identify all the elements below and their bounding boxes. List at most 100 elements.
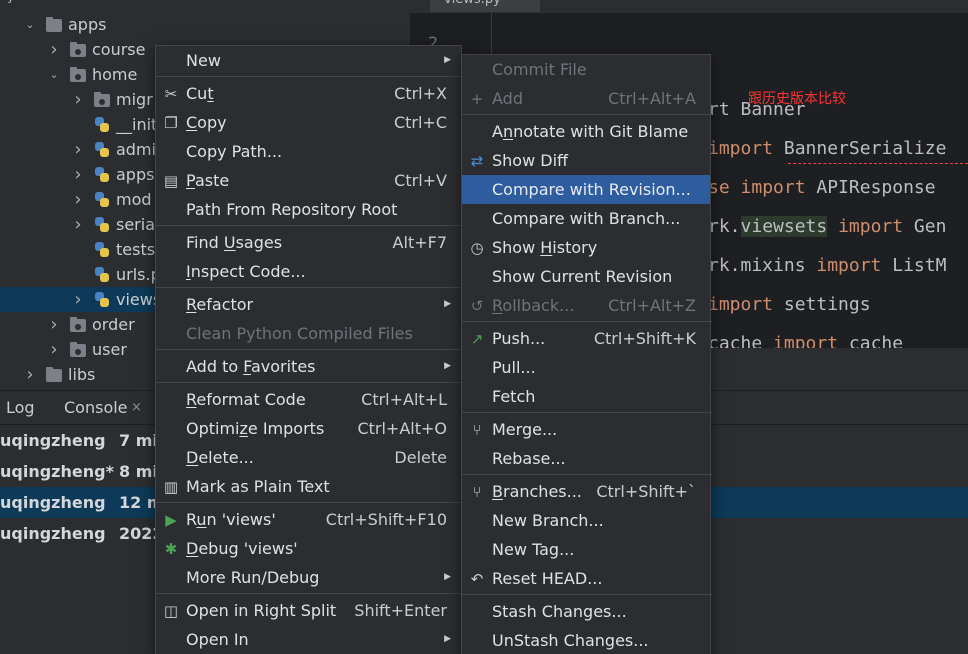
menu-item-open-in[interactable]: Open In ▶ xyxy=(156,625,461,654)
tree-item-apps[interactable]: ⌄ apps xyxy=(0,12,410,37)
folder-icon xyxy=(70,42,86,57)
menu-item-shortcut: Ctrl+Alt+A xyxy=(608,89,696,108)
code-line: se import APIResponse xyxy=(708,177,936,198)
chevron-right-icon[interactable]: › xyxy=(48,312,60,337)
menu-item-label: Show Current Revision xyxy=(492,267,673,286)
editor-tab-views[interactable]: views.py xyxy=(430,0,540,12)
submenu-arrow-icon: ▶ xyxy=(444,299,451,309)
menu-item-pull[interactable]: Pull... xyxy=(462,353,710,382)
keyword-token: import xyxy=(708,294,774,315)
menu-item-path-from-repository-root[interactable]: Path From Repository Root xyxy=(156,195,461,224)
submenu-arrow-icon: ▶ xyxy=(444,572,451,582)
menu-item-fetch[interactable]: Fetch xyxy=(462,382,710,411)
menu-item-clean-python-compiled-files: Clean Python Compiled Files xyxy=(156,319,461,348)
menu-item-compare-with-branch[interactable]: Compare with Branch... xyxy=(462,204,710,233)
menu-item-delete[interactable]: Delete... Delete xyxy=(156,443,461,472)
code-token: cache xyxy=(708,333,774,348)
menu-item-stash-changes[interactable]: Stash Changes... xyxy=(462,597,710,626)
chevron-right-icon[interactable]: › xyxy=(48,337,60,362)
chevron-down-icon[interactable]: ⌄ xyxy=(48,62,60,87)
push-icon: ↗ xyxy=(470,330,484,348)
menu-item-shortcut: Alt+F7 xyxy=(392,233,447,252)
chevron-right-icon[interactable]: › xyxy=(72,212,84,237)
hide-icon[interactable]: ↑ xyxy=(307,0,321,2)
menu-item-merge[interactable]: ⑂ Merge... xyxy=(462,415,710,444)
menu-item-debug-views[interactable]: ✱ Debug 'views' xyxy=(156,534,461,563)
tree-item-label: __init xyxy=(116,115,158,134)
commit-date: 8 mi xyxy=(119,462,158,481)
keyword-token: import xyxy=(773,333,839,348)
menu-item-more-run-debug[interactable]: More Run/Debug ▶ xyxy=(156,563,461,592)
add-icon: + xyxy=(470,90,484,108)
chevron-right-icon[interactable]: › xyxy=(72,87,84,112)
menu-item-reformat-code[interactable]: Reformat Code Ctrl+Alt+L xyxy=(156,385,461,414)
chevron-right-icon[interactable]: › xyxy=(72,137,84,162)
menu-item-shortcut: Ctrl+Shift+` xyxy=(596,482,696,501)
menu-item-add-to-favorites[interactable]: Add to Favorites ▶ xyxy=(156,352,461,381)
menu-item-label: Refactor xyxy=(186,295,254,314)
menu-item-branches[interactable]: ⑂ Branches... Ctrl+Shift+` xyxy=(462,477,710,506)
tab-log[interactable]: Log xyxy=(6,398,35,417)
menu-item-push[interactable]: ↗ Push... Ctrl+Shift+K xyxy=(462,324,710,353)
menu-item-rebase[interactable]: Rebase... xyxy=(462,444,710,473)
code-token: viewsets xyxy=(740,216,828,237)
code-token: settings xyxy=(773,294,871,315)
menu-item-unstash-changes[interactable]: UnStash Changes... xyxy=(462,626,710,654)
menu-item-shortcut: Ctrl+V xyxy=(394,171,447,190)
chevron-right-icon[interactable]: › xyxy=(48,37,60,62)
menu-item-label: Annotate with Git Blame xyxy=(492,122,689,141)
chevron-right-icon[interactable]: › xyxy=(72,187,84,212)
menu-item-label: Rebase... xyxy=(492,449,566,468)
menu-item-new[interactable]: New ▶ xyxy=(156,46,461,75)
python-file-icon xyxy=(94,267,110,282)
menu-item-label: Show History xyxy=(492,238,598,257)
editor-tab-bar: views.py xyxy=(410,0,968,13)
menu-item-find-usages[interactable]: Find Usages Alt+F7 xyxy=(156,228,461,257)
submenu-arrow-icon: ▶ xyxy=(444,55,451,65)
menu-item-copy-path[interactable]: Copy Path... xyxy=(156,137,461,166)
error-squiggle xyxy=(788,161,968,164)
menu-item-shortcut: Delete xyxy=(394,448,447,467)
menu-item-open-in-right-split[interactable]: ◫ Open in Right Split Shift+Enter xyxy=(156,596,461,625)
project-title: oject xyxy=(0,0,34,4)
menu-item-shortcut: Ctrl+Alt+Z xyxy=(608,296,696,315)
tree-item-label: apps xyxy=(116,165,155,184)
menu-item-annotate-with-git-blame[interactable]: Annotate with Git Blame xyxy=(462,117,710,146)
menu-item-label: Show Diff xyxy=(492,151,569,170)
collapse-all-icon[interactable]: ☰ xyxy=(274,0,288,2)
chevron-down-icon[interactable]: ⌄ xyxy=(24,12,36,37)
gear-icon[interactable]: ✚ xyxy=(352,0,366,2)
menu-item-paste[interactable]: ▤ Paste Ctrl+V xyxy=(156,166,461,195)
menu-item-cut[interactable]: ✂ Cut Ctrl+X xyxy=(156,79,461,108)
menu-item-show-history[interactable]: ◷ Show History xyxy=(462,233,710,262)
menu-item-mark-as-plain-text[interactable]: ▥ Mark as Plain Text xyxy=(156,472,461,501)
menu-item-show-diff[interactable]: ⇄ Show Diff xyxy=(462,146,710,175)
tree-item-label: admi xyxy=(116,140,156,159)
target-icon[interactable]: ◎ xyxy=(240,0,254,2)
chevron-right-icon[interactable]: › xyxy=(72,287,84,312)
menu-item-inspect-code[interactable]: Inspect Code... xyxy=(156,257,461,286)
code-line: rk.viewsets import Gen xyxy=(708,216,946,237)
menu-item-run-views[interactable]: ▶ Run 'views' Ctrl+Shift+F10 xyxy=(156,505,461,534)
menu-item-label: Paste xyxy=(186,171,230,190)
menu-item-refactor[interactable]: Refactor ▶ xyxy=(156,290,461,319)
close-icon[interactable]: × xyxy=(131,400,142,415)
menu-item-compare-with-revision[interactable]: Compare with Revision... xyxy=(462,175,710,204)
menu-item-new-branch[interactable]: New Branch... xyxy=(462,506,710,535)
menu-item-copy[interactable]: ❐ Copy Ctrl+C xyxy=(156,108,461,137)
tab-console[interactable]: Console xyxy=(64,398,128,417)
commit-author: uqingzheng xyxy=(0,524,106,543)
copy-icon: ❐ xyxy=(164,114,178,132)
chevron-right-icon[interactable]: › xyxy=(72,162,84,187)
menu-item-new-tag[interactable]: New Tag... xyxy=(462,535,710,564)
menu-item-label: Compare with Revision... xyxy=(492,180,691,199)
context-menu: New ▶ ✂ Cut Ctrl+X ❐ Copy Ctrl+C Copy Path... ▤ Pa… xyxy=(155,45,463,654)
keyword-token: import xyxy=(838,216,904,237)
menu-item-show-current-revision[interactable]: Show Current Revision xyxy=(462,262,710,291)
menu-item-reset-head[interactable]: ↶ Reset HEAD... xyxy=(462,564,710,593)
chevron-right-icon[interactable]: › xyxy=(24,362,36,387)
menu-item-optimize-imports[interactable]: Optimize Imports Ctrl+Alt+O xyxy=(156,414,461,443)
menu-item-label: Cut xyxy=(186,84,214,103)
menu-item-label: Path From Repository Root xyxy=(186,200,398,219)
code-token: ListM xyxy=(881,255,947,276)
